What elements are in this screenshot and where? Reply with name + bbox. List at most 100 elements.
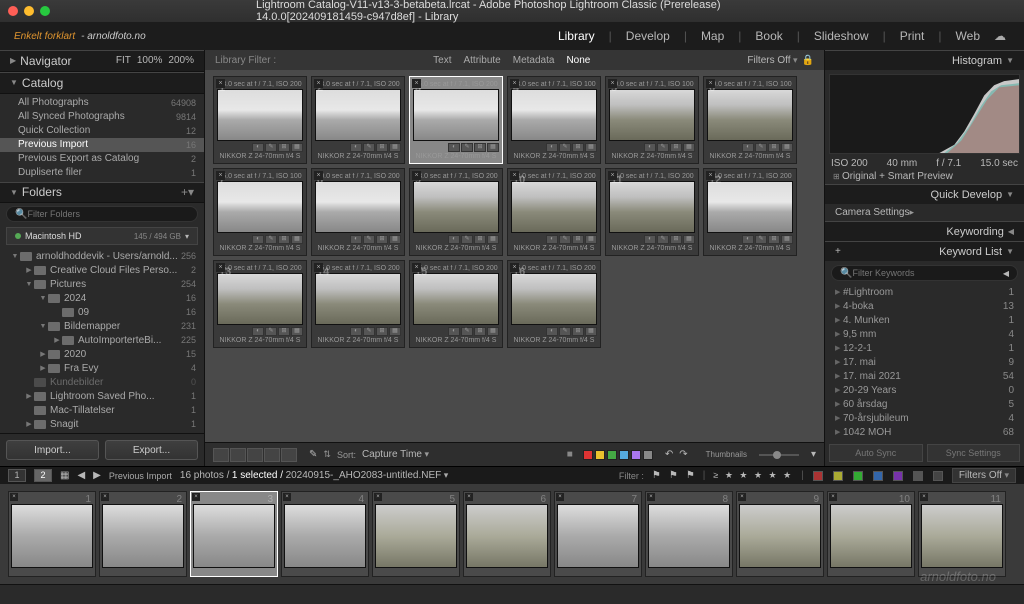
filmstrip-thumbnail[interactable] xyxy=(739,504,821,568)
navigator-panel-header[interactable]: ▶ Navigator FIT 100% 200% xyxy=(0,50,204,72)
color-filter-green[interactable] xyxy=(853,471,863,481)
color-filter-none[interactable] xyxy=(913,471,923,481)
badge-icon[interactable]: ◐ xyxy=(350,327,362,336)
module-slideshow[interactable]: Slideshow xyxy=(810,29,873,43)
thumbnail-image[interactable] xyxy=(413,89,499,141)
keyword-item[interactable]: ▶12-2-11 xyxy=(825,341,1024,355)
histogram-display[interactable] xyxy=(829,74,1020,154)
view-mode-switcher[interactable] xyxy=(213,448,297,462)
color-label-swatch[interactable] xyxy=(619,450,629,460)
filter-metadata-tab[interactable]: Metadata xyxy=(507,55,561,66)
catalog-item[interactable]: Previous Export as Catalog2 xyxy=(0,152,204,166)
badge-icon[interactable]: ⊞ xyxy=(474,143,486,152)
catalog-item[interactable]: Quick Collection12 xyxy=(0,124,204,138)
filmstrip-cell[interactable]: ×10 xyxy=(827,491,915,577)
badge-icon[interactable]: ▦ xyxy=(487,143,499,152)
badge-icon[interactable]: ✎ xyxy=(265,143,277,152)
cell-close-icon[interactable]: × xyxy=(920,493,928,501)
grid-cell[interactable]: ×1315.0 sec at f / 7.1, ISO 200◐✎⊞▦NIKKO… xyxy=(213,260,307,348)
cell-close-icon[interactable]: × xyxy=(706,79,715,88)
grid-cell[interactable]: ×213.0 sec at f / 7.1, ISO 200◐✎⊞▦NIKKOR… xyxy=(311,76,405,164)
folder-item[interactable]: ▼arnoldhoddevik - Users/arnold...256 xyxy=(0,249,204,263)
thumbnail-image[interactable] xyxy=(511,181,597,233)
people-view-icon[interactable] xyxy=(281,448,297,462)
cell-close-icon[interactable]: × xyxy=(706,171,715,180)
rating-filter[interactable]: ≥ ★ ★ ★ ★ ★ xyxy=(713,470,793,481)
keywording-panel-header[interactable]: Keywording ◀ xyxy=(825,221,1024,241)
badge-icon[interactable]: ▦ xyxy=(683,143,695,152)
badge-icon[interactable]: ⊞ xyxy=(670,235,682,244)
keyword-item[interactable]: ▶20-29 Years0 xyxy=(825,383,1024,397)
badge-icon[interactable]: ⊞ xyxy=(572,327,584,336)
badge-icon[interactable]: ▦ xyxy=(389,143,401,152)
filmstrip-cell[interactable]: ×2 xyxy=(99,491,187,577)
keyword-filter-input[interactable]: 🔍 ◀ xyxy=(831,265,1018,281)
badge-icon[interactable]: ▦ xyxy=(585,327,597,336)
catalog-item[interactable]: All Photographs64908 xyxy=(0,96,204,110)
badge-icon[interactable]: ▦ xyxy=(291,143,303,152)
thumbnail-image[interactable] xyxy=(217,89,303,141)
folder-item[interactable]: Mac-Tillatelser1 xyxy=(0,403,204,417)
filmstrip-thumbnail[interactable] xyxy=(284,504,366,568)
module-map[interactable]: Map xyxy=(697,29,728,43)
cell-close-icon[interactable]: × xyxy=(216,171,225,180)
cell-close-icon[interactable]: × xyxy=(314,79,323,88)
badge-icon[interactable]: ◐ xyxy=(350,143,362,152)
badge-icon[interactable]: ⊞ xyxy=(768,143,780,152)
cell-close-icon[interactable]: × xyxy=(314,171,323,180)
export-button[interactable]: Export... xyxy=(105,440,198,460)
badge-icon[interactable]: ◐ xyxy=(350,235,362,244)
cell-close-icon[interactable]: × xyxy=(510,79,519,88)
badge-icon[interactable]: ◐ xyxy=(546,327,558,336)
auto-sync-button[interactable]: Auto Sync xyxy=(829,444,923,462)
color-filter-purple[interactable] xyxy=(893,471,903,481)
thumbnail-image[interactable] xyxy=(707,89,793,141)
grid-view-icon[interactable] xyxy=(213,448,229,462)
thumbnail-image[interactable] xyxy=(413,181,499,233)
survey-view-icon[interactable] xyxy=(264,448,280,462)
thumbnail-image[interactable] xyxy=(609,181,695,233)
badge-icon[interactable]: ◐ xyxy=(742,143,754,152)
badge-icon[interactable]: ◐ xyxy=(644,235,656,244)
sync-settings-button[interactable]: Sync Settings xyxy=(927,444,1021,462)
folder-filter-field[interactable] xyxy=(27,209,189,219)
filmstrip-scrollbar[interactable] xyxy=(0,584,1024,596)
color-label-swatch[interactable] xyxy=(631,450,641,460)
filmstrip-cell[interactable]: ×8 xyxy=(645,491,733,577)
folder-item[interactable]: ▶Fra Evy4 xyxy=(0,361,204,375)
badge-icon[interactable]: ✎ xyxy=(363,143,375,152)
filmstrip-cell[interactable]: ×9 xyxy=(736,491,824,577)
grid-cell[interactable]: ×715.0 sec at f / 7.1, ISO 100◐✎⊞▦NIKKOR… xyxy=(213,168,307,256)
folder-item[interactable]: ▼202416 xyxy=(0,291,204,305)
badge-icon[interactable]: ✎ xyxy=(755,235,767,244)
thumbnail-image[interactable] xyxy=(511,273,597,325)
badge-icon[interactable]: ◐ xyxy=(644,143,656,152)
badge-icon[interactable]: ✎ xyxy=(363,235,375,244)
grid-cell[interactable]: ×1213.0 sec at f / 7.1, ISO 200◐✎⊞▦NIKKO… xyxy=(703,168,797,256)
cell-close-icon[interactable]: × xyxy=(314,263,323,272)
badge-icon[interactable]: ▦ xyxy=(389,327,401,336)
filmstrip-thumbnail[interactable] xyxy=(102,504,184,568)
thumbnail-image[interactable] xyxy=(315,181,401,233)
badge-icon[interactable]: ⊞ xyxy=(376,143,388,152)
badge-icon[interactable]: ✎ xyxy=(657,235,669,244)
keyword-item[interactable]: ▶9,5 mm4 xyxy=(825,327,1024,341)
camera-settings-row[interactable]: Camera Settings ▸ xyxy=(825,204,1024,221)
catalog-item[interactable]: Previous Import16 xyxy=(0,138,204,152)
badge-icon[interactable]: ◐ xyxy=(546,143,558,152)
navigator-zoom-options[interactable]: FIT 100% 200% xyxy=(116,55,194,66)
grid-cell[interactable]: ×820.0 sec at f / 7.1, ISO 200◐✎⊞▦NIKKOR… xyxy=(311,168,405,256)
cell-close-icon[interactable]: × xyxy=(283,493,291,501)
badge-icon[interactable]: ◐ xyxy=(252,235,264,244)
folders-panel-header[interactable]: ▼ Folders +▾ xyxy=(0,182,204,204)
badge-icon[interactable]: ▦ xyxy=(585,235,597,244)
cell-close-icon[interactable]: × xyxy=(647,493,655,501)
module-library[interactable]: Library xyxy=(554,29,599,43)
filter-lock-icon[interactable]: 🔒 xyxy=(802,55,814,66)
cell-close-icon[interactable]: × xyxy=(829,493,837,501)
rotate-ccw-icon[interactable]: ↶ xyxy=(665,449,673,460)
badge-icon[interactable]: ⊞ xyxy=(474,235,486,244)
nav-back-icon[interactable]: ◀ xyxy=(77,470,85,481)
filter-attribute-tab[interactable]: Attribute xyxy=(457,55,506,66)
keyword-item[interactable]: ▶17. mai9 xyxy=(825,355,1024,369)
